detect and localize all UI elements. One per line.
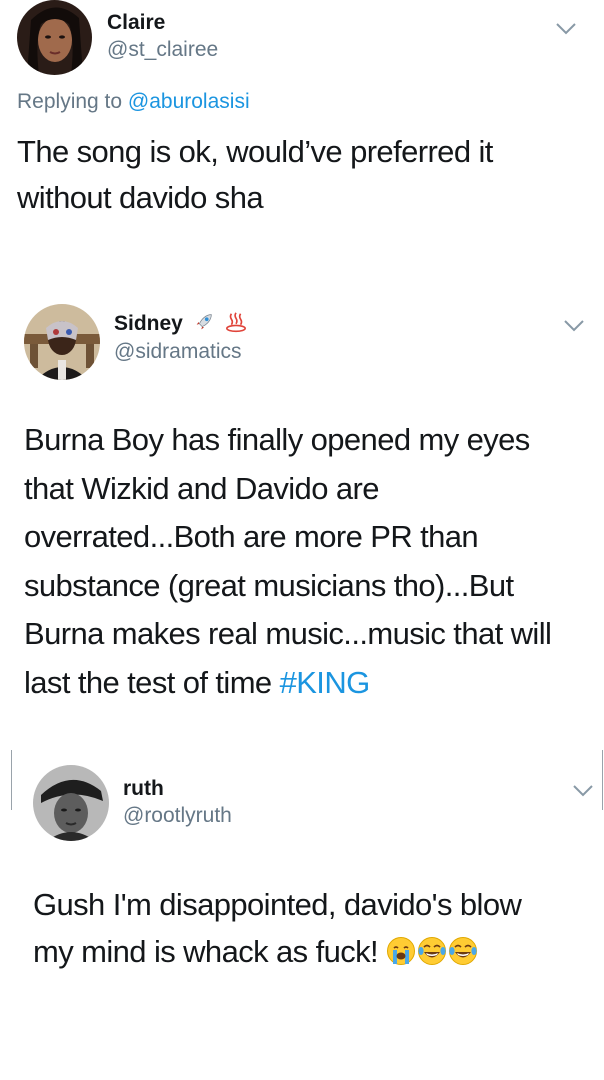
replying-to-link[interactable]: @aburolasisi xyxy=(128,90,250,113)
avatar-image xyxy=(33,765,109,841)
tweet-claire[interactable]: Claire @st_clairee Replying to @aburolas… xyxy=(0,0,604,250)
avatar[interactable] xyxy=(33,765,109,841)
avatar-image xyxy=(24,304,100,380)
chevron-down-icon[interactable] xyxy=(572,784,594,798)
username[interactable]: @rootlyruth xyxy=(123,804,232,828)
replying-to: Replying to @aburolasisi xyxy=(17,90,250,114)
username[interactable]: @sidramatics xyxy=(114,340,242,364)
avatar[interactable] xyxy=(24,304,100,380)
avatar[interactable] xyxy=(17,0,92,75)
chevron-down-icon[interactable] xyxy=(563,319,585,333)
face-with-tears-of-joy-icon xyxy=(448,936,478,966)
tweet-text-line: without davido sha xyxy=(17,180,264,215)
tweet-text-line: that Wizkid and Davido are xyxy=(24,470,379,506)
loudly-crying-face-icon xyxy=(386,936,416,966)
hashtag-link[interactable]: #KING xyxy=(280,665,371,700)
display-name[interactable]: Claire xyxy=(107,11,165,35)
display-name[interactable]: ruth xyxy=(123,777,164,801)
face-with-tears-of-joy-icon xyxy=(417,936,447,966)
tweet-text-line-last: last the test of time #KING xyxy=(24,659,551,708)
crop-edge-right xyxy=(602,750,603,810)
tweet-text-line: overrated...Both are more PR than xyxy=(24,519,479,554)
tweet-text-line-last: my mind is whack as fuck! xyxy=(33,928,521,975)
display-name[interactable]: Sidney xyxy=(114,311,247,336)
tweet-text-line: substance (great musicians tho)...But xyxy=(24,567,514,603)
tweet-text: The song is ok, would’ve preferred it wi… xyxy=(17,129,493,221)
tweet-text-line: Gush I'm disappointed, davido's blow xyxy=(33,887,522,922)
display-name-text: Sidney xyxy=(114,312,183,335)
hot-springs-icon xyxy=(225,311,247,333)
tweet-text-line: The song is ok, would’ve preferred it xyxy=(17,134,493,169)
tweet-text-fragment: last the test of time xyxy=(24,664,280,700)
tweet-text: Burna Boy has finally opened my eyes tha… xyxy=(24,416,552,708)
tweet-text-fragment: my mind is whack as fuck! xyxy=(33,934,387,969)
replying-to-label: Replying to xyxy=(17,90,128,113)
tweet-text: Gush I'm disappointed, davido's blow my … xyxy=(33,881,522,975)
rocket-icon xyxy=(193,311,215,333)
tweet-text-line: Burna makes real music...music that will xyxy=(24,616,552,651)
avatar-image xyxy=(17,0,92,75)
chevron-down-icon[interactable] xyxy=(555,22,577,36)
username[interactable]: @st_clairee xyxy=(107,38,218,62)
tweet-text-line: Burna Boy has finally opened my eyes xyxy=(24,422,530,457)
crop-edge-left xyxy=(11,750,12,810)
